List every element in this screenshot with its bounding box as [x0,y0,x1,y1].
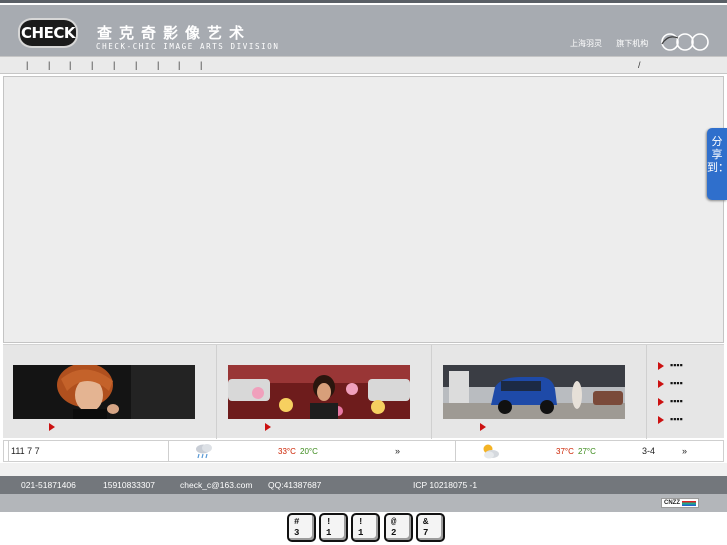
nav-separator: | [69,60,72,70]
counter-key: ! 1 [351,513,380,542]
play-arrow-icon[interactable] [265,423,271,431]
rain-cloud-icon [196,444,212,459]
main-nav: | | | | | | | | | / [0,56,727,74]
thumbnail-blue-car[interactable] [443,365,625,419]
list-bullet-icon [658,398,664,406]
temp-high: 33°C [278,447,296,456]
rings-logo-icon [661,33,709,51]
key-top-symbol: ! [326,517,332,527]
key-digit: 3 [294,528,300,538]
column-divider [431,345,432,439]
list-bullet-icon [658,416,664,424]
play-arrow-icon[interactable] [49,423,55,431]
share-to-tab[interactable]: 分享到： [707,128,727,200]
key-top-symbol: ! [358,517,364,527]
icp-license[interactable]: ICP 10218075 -1 [413,480,477,490]
key-digit: 2 [391,528,397,538]
weather-divider [8,441,9,461]
key-top-symbol: & [423,517,429,527]
qq-number: QQ:41387687 [268,480,322,490]
nav-separator: | [178,60,181,70]
temp-low: 27°C [578,447,596,456]
thumbnail-woman-car[interactable] [228,365,410,419]
weather-divider [455,441,456,461]
counter-key: @ 2 [384,513,413,542]
list-bullet-icon [658,380,664,388]
list-bullet-icon [658,362,664,370]
spacer-strip [0,463,727,476]
key-digit: 7 [423,528,429,538]
featured-works [3,344,724,439]
column-divider [646,345,647,439]
key-top-symbol: @ [391,517,397,527]
mobile-number: 15910833307 [103,480,156,490]
email-link[interactable]: check_c@163.com [180,480,252,490]
weather-date: 111 7 7 [11,446,40,456]
nav-separator: | [48,60,51,70]
header-link-yuling[interactable]: 上海羽灵 [570,39,602,48]
check-logo[interactable]: CHECK [18,18,78,48]
side-link[interactable]: ▪▪▪▪ [670,414,683,424]
page: CHECK 查克奇影像艺术 CHECK-CHIC IMAGE ARTS DIVI… [0,0,727,545]
temp-high: 37°C [556,447,574,456]
nav-slash: / [638,60,641,70]
side-link[interactable]: ▪▪▪▪ [670,396,683,406]
weather-more-link[interactable]: » [395,446,400,456]
cnzz-counter-badge[interactable]: CNZZ [661,498,699,508]
blue-car-photo [443,365,625,419]
nav-separator: | [200,60,203,70]
nav-separator: | [91,60,94,70]
sun-cloud-icon [483,444,499,459]
play-arrow-icon[interactable] [480,423,486,431]
cnzz-bars-icon [682,501,696,506]
counter-key: ! 1 [319,513,348,542]
thumbnail-portrait-woman[interactable] [13,365,195,419]
brand-name-english: CHECK-CHIC IMAGE ARTS DIVISION [96,42,280,51]
counter-key: & 7 [416,513,445,542]
brand-name-chinese: 查克奇影像艺术 [97,24,252,42]
weather-more-link[interactable]: » [682,446,687,456]
nav-separator: | [135,60,138,70]
banner-flash-area[interactable] [3,76,724,343]
contact-footer: 021-51871406 15910833307 check_c@163.com… [0,476,727,494]
weather-divider [168,441,169,461]
portrait-photo [13,365,195,419]
phone-number: 021-51871406 [21,480,76,490]
wind-level: 3-4 [642,446,656,456]
key-digit: 1 [358,528,364,538]
counter-key: # 3 [287,513,316,542]
temp-low: 20°C [300,447,318,456]
side-link[interactable]: ▪▪▪▪ [670,360,683,370]
cnzz-label: CNZZ [664,500,680,506]
key-digit: 1 [326,528,332,538]
key-top-symbol: # [294,517,300,527]
side-link[interactable]: ▪▪▪▪ [670,378,683,388]
car-photo [228,365,410,419]
nav-separator: | [157,60,160,70]
nav-separator: | [113,60,116,70]
header-link-affiliates[interactable]: 旗下机构 [616,39,648,48]
weather-bar: 111 7 7 33°C 20°C » 37°C 27°C 3-4 » [3,440,724,462]
column-divider [216,345,217,439]
footer-bottom-bar: CNZZ [0,494,727,512]
site-header: CHECK 查克奇影像艺术 CHECK-CHIC IMAGE ARTS DIVI… [0,3,727,56]
header-links: 上海羽灵 旗下机构 [570,38,660,49]
nav-separator: | [26,60,29,70]
